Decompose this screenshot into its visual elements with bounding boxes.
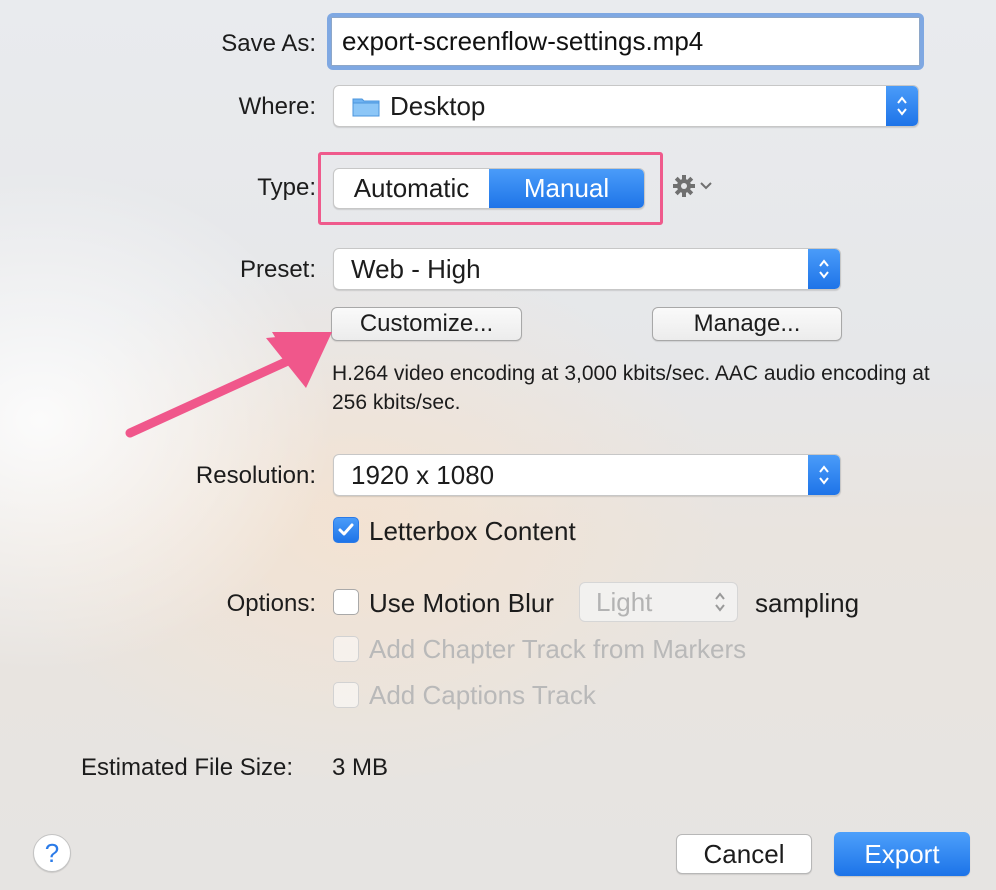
stepper-arrows-icon (713, 590, 727, 614)
type-segmented-control[interactable]: Automatic Manual (333, 168, 645, 209)
save-as-input[interactable] (331, 17, 920, 66)
preset-popup[interactable]: Web - High (333, 248, 841, 290)
type-highlight-box: Automatic Manual (318, 152, 663, 225)
stepper-arrows-icon (886, 86, 918, 126)
captions-track-label: Add Captions Track (369, 680, 596, 710)
file-size-label: Estimated File Size: (81, 754, 294, 781)
customize-button[interactable]: Customize... (331, 307, 522, 341)
motion-blur-checkbox[interactable] (333, 589, 359, 615)
manage-button[interactable]: Manage... (652, 307, 842, 341)
motion-blur-label[interactable]: Use Motion Blur (369, 588, 554, 619)
letterbox-checkbox[interactable] (333, 517, 359, 543)
where-popup[interactable]: Desktop (333, 85, 919, 127)
question-mark-icon: ? (44, 837, 60, 868)
checkmark-icon (338, 523, 354, 536)
options-label: Options: (226, 590, 316, 617)
chapter-track-label: Add Chapter Track from Markers (369, 634, 747, 664)
preset-label: Preset: (239, 256, 316, 283)
help-button[interactable]: ? (33, 834, 71, 872)
resolution-popup[interactable]: 1920 x 1080 (333, 454, 841, 496)
sampling-value: Light (596, 586, 653, 617)
preset-description: H.264 video encoding at 3,000 kbits/sec.… (332, 362, 930, 414)
sampling-label: sampling (755, 588, 860, 618)
gear-icon (672, 174, 696, 198)
chevron-down-icon (699, 181, 713, 191)
stepper-arrows-icon (808, 249, 840, 289)
file-size-value: 3 MB (332, 754, 389, 781)
resolution-label: Resolution: (195, 462, 316, 489)
preset-value: Web - High (351, 253, 481, 284)
letterbox-label[interactable]: Letterbox Content (369, 516, 576, 547)
type-label: Type: (257, 174, 316, 201)
where-value: Desktop (390, 90, 486, 121)
cancel-button[interactable]: Cancel (676, 834, 812, 874)
folder-icon (352, 95, 380, 117)
save-as-label: Save As: (221, 30, 316, 57)
chapter-track-checkbox[interactable] (333, 636, 359, 662)
gear-menu-button[interactable] (672, 172, 720, 200)
type-option-automatic[interactable]: Automatic (334, 169, 489, 208)
sampling-popup[interactable]: Light (579, 582, 738, 622)
export-button[interactable]: Export (834, 832, 970, 876)
save-as-field-focus (327, 13, 924, 70)
where-label: Where: (238, 93, 316, 120)
stepper-arrows-icon (808, 455, 840, 495)
arrow-annotation-icon (125, 332, 332, 438)
type-option-manual[interactable]: Manual (489, 169, 644, 208)
resolution-value: 1920 x 1080 (351, 459, 495, 490)
captions-track-checkbox[interactable] (333, 682, 359, 708)
